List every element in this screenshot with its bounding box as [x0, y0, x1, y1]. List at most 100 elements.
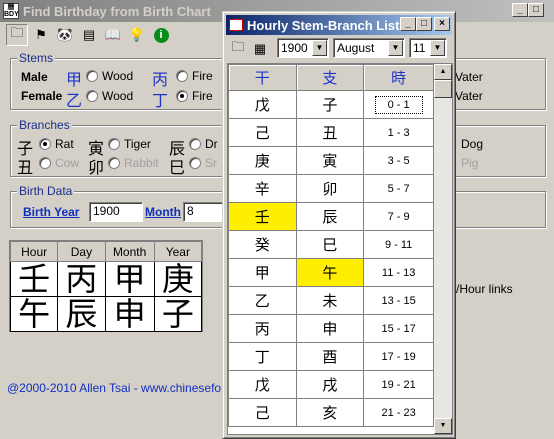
- cell-hour[interactable]: 21 - 23: [363, 398, 434, 427]
- cell-stem[interactable]: 戊: [228, 90, 297, 119]
- dog-label: Dog: [461, 137, 484, 151]
- maximize-button[interactable]: □: [528, 3, 544, 17]
- radio-wood-male[interactable]: Wood: [86, 69, 133, 83]
- table-row[interactable]: 乙未 13 - 15: [228, 286, 434, 315]
- cell-branch[interactable]: 酉: [295, 342, 365, 371]
- list-maximize-button[interactable]: □: [416, 17, 432, 31]
- calendar-icon[interactable]: ▤: [78, 24, 100, 46]
- book-icon[interactable]: 📖: [102, 24, 124, 46]
- list-close-button[interactable]: ×: [434, 17, 450, 31]
- cell-branch[interactable]: 卯: [295, 174, 365, 203]
- fire-female-char: 丁: [152, 93, 169, 110]
- table-row[interactable]: 己亥 21 - 23: [228, 398, 434, 427]
- cell-hour[interactable]: 11 - 13: [363, 258, 434, 287]
- cell-hour[interactable]: 19 - 21: [363, 370, 434, 399]
- radio-rabbit[interactable]: Rabbit: [108, 156, 159, 170]
- radio-dragon[interactable]: Dr: [189, 137, 218, 151]
- cell-branch[interactable]: 丑: [295, 118, 365, 147]
- cell-branch[interactable]: 亥: [295, 398, 365, 427]
- table-row[interactable]: 丙申 15 - 17: [228, 314, 434, 343]
- cell-stem[interactable]: 丁: [228, 342, 297, 371]
- cell-stem[interactable]: 戊: [228, 370, 297, 399]
- table-row[interactable]: 戊子0 - 1: [228, 90, 434, 119]
- birth-year-field[interactable]: 1900: [89, 202, 143, 222]
- table-row[interactable]: 癸巳9 - 11: [228, 230, 434, 259]
- radio-rat[interactable]: Rat: [39, 137, 74, 151]
- cell-hour[interactable]: 9 - 11: [363, 230, 434, 259]
- list-minimize-button[interactable]: _: [400, 17, 416, 31]
- radio-tiger[interactable]: Tiger: [108, 137, 151, 151]
- cell-stem[interactable]: 己: [228, 118, 297, 147]
- radio-fire-male[interactable]: Fire: [176, 69, 213, 83]
- open-folder-icon[interactable]: 🗀: [227, 38, 249, 60]
- radio-fire-female[interactable]: Fire: [176, 89, 213, 103]
- minimize-button[interactable]: _: [512, 3, 528, 17]
- cell-stem[interactable]: 甲: [228, 258, 297, 287]
- female-label: Female: [21, 89, 63, 103]
- hourly-list-window: Hourly Stem-Branch List _ □ × 🗀 ▦ 1900 ▼ …: [222, 11, 456, 439]
- table-row[interactable]: 甲午 11 - 13: [228, 258, 434, 287]
- cell-branch[interactable]: 子: [295, 90, 365, 119]
- main-toolbar: 🗀 ⚑ 🐼 ▤ 📖 💡 i: [0, 24, 200, 46]
- scroll-down-icon[interactable]: ▼: [434, 418, 452, 434]
- vertical-scrollbar[interactable]: ▲ ▼: [434, 64, 452, 434]
- scroll-up-icon[interactable]: ▲: [434, 64, 452, 80]
- cell-hour[interactable]: 7 - 9: [363, 202, 434, 231]
- radio-snake[interactable]: Sr: [189, 156, 217, 170]
- radio-cow[interactable]: Cow: [39, 156, 79, 170]
- stems-title: Stems: [17, 51, 56, 65]
- cell-branch[interactable]: 巳: [295, 230, 365, 259]
- flag-us-icon[interactable]: ⚑: [30, 24, 52, 46]
- cell-stem[interactable]: 庚: [228, 146, 297, 175]
- cell-stem[interactable]: 己: [228, 398, 297, 427]
- cell-hour[interactable]: 1 - 3: [363, 118, 434, 147]
- cell-branch[interactable]: 辰: [295, 202, 365, 231]
- hour-links-text[interactable]: /Hour links: [456, 282, 513, 296]
- branch-snake-char: 巳: [169, 160, 186, 177]
- day-select[interactable]: 11 ▼: [409, 38, 447, 58]
- lightbulb-icon[interactable]: 💡: [126, 24, 148, 46]
- radio-wood-female[interactable]: Wood: [86, 89, 133, 103]
- cell-stem[interactable]: 壬: [228, 202, 297, 231]
- cell-hour[interactable]: 3 - 5: [363, 146, 434, 175]
- cell-branch[interactable]: 寅: [295, 146, 365, 175]
- table-row[interactable]: 戊戌 19 - 21: [228, 370, 434, 399]
- cell-stem[interactable]: 丙: [228, 314, 297, 343]
- cell-branch[interactable]: 未: [295, 286, 365, 315]
- copyright-text[interactable]: @2000-2010 Allen Tsai - www.chinesefortu…: [7, 381, 248, 395]
- list-titlebar[interactable]: Hourly Stem-Branch List _ □ ×: [226, 15, 452, 35]
- month-link[interactable]: Month: [145, 205, 181, 219]
- table-row[interactable]: 丁酉 17 - 19: [228, 342, 434, 371]
- table-row[interactable]: 庚寅3 - 5: [228, 146, 434, 175]
- print-icon[interactable]: ▦: [249, 38, 271, 60]
- table-row[interactable]: 壬辰7 - 9: [228, 202, 434, 231]
- cell-hour[interactable]: 15 - 17: [363, 314, 434, 343]
- month-select[interactable]: August ▼: [333, 38, 405, 58]
- pillar-month-branch: 申: [104, 296, 155, 332]
- month-field[interactable]: 8: [183, 202, 223, 222]
- cell-branch[interactable]: 申: [295, 314, 365, 343]
- chevron-down-icon: ▼: [430, 40, 445, 56]
- water-female-label: Vater: [455, 89, 483, 103]
- cell-stem[interactable]: 乙: [228, 286, 297, 315]
- cell-hour[interactable]: 5 - 7: [363, 174, 434, 203]
- birth-year-link[interactable]: Birth Year: [23, 205, 79, 219]
- panda-icon[interactable]: 🐼: [54, 24, 76, 46]
- cell-hour[interactable]: 17 - 19: [363, 342, 434, 371]
- cell-stem[interactable]: 辛: [228, 174, 297, 203]
- pillar-day-branch: 辰: [57, 296, 106, 332]
- table-row[interactable]: 辛卯5 - 7: [228, 174, 434, 203]
- cell-hour[interactable]: 0 - 1: [363, 90, 434, 119]
- cell-branch[interactable]: 午: [295, 258, 365, 287]
- cell-hour[interactable]: 13 - 15: [363, 286, 434, 315]
- cell-branch[interactable]: 戌: [295, 370, 365, 399]
- app-icon: 曆 BDY: [3, 3, 19, 19]
- table-row[interactable]: 己丑1 - 3: [228, 118, 434, 147]
- info-icon[interactable]: i: [150, 24, 172, 46]
- scroll-thumb[interactable]: [434, 80, 452, 98]
- year-select[interactable]: 1900 ▼: [277, 38, 329, 58]
- open-folder-icon[interactable]: 🗀: [6, 24, 28, 46]
- pillar-hour-stem: 壬: [9, 261, 59, 297]
- cell-stem[interactable]: 癸: [228, 230, 297, 259]
- hourly-grid[interactable]: 干 支 時 戊子0 - 1己丑1 - 3庚寅3 - 5辛卯5 - 7壬辰7 - …: [227, 63, 453, 435]
